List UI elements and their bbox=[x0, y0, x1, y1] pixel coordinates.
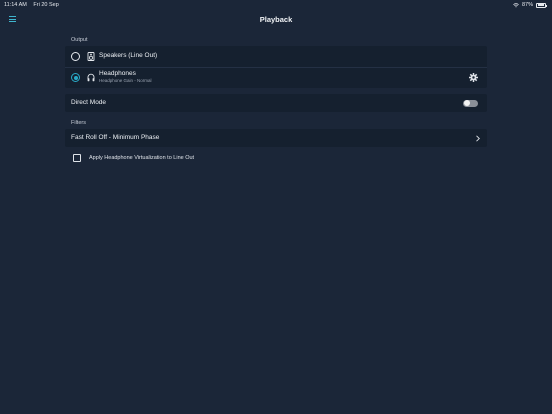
output-option-headphones[interactable]: Headphones Headphone Gain - Normal bbox=[65, 67, 487, 88]
status-bar: 11:14 AM Fri 20 Sep 87% bbox=[0, 0, 552, 10]
toggle-knob bbox=[463, 100, 470, 106]
output-card: Speakers (Line Out) Headphones Headphone… bbox=[65, 46, 487, 88]
status-date: Fri 20 Sep bbox=[33, 2, 59, 8]
headphones-radio[interactable] bbox=[71, 73, 80, 82]
status-left: 11:14 AM Fri 20 Sep bbox=[4, 2, 64, 8]
status-time: 11:14 AM bbox=[4, 2, 27, 8]
speaker-icon bbox=[87, 52, 95, 61]
direct-mode-card: Direct Mode bbox=[65, 94, 487, 112]
speakers-label: Speakers (Line Out) bbox=[99, 52, 158, 59]
gear-icon[interactable] bbox=[469, 73, 478, 82]
page-title: Playback bbox=[259, 14, 293, 24]
battery-icon bbox=[536, 2, 547, 8]
headphones-icon bbox=[87, 73, 95, 82]
filters-section-label: Filters bbox=[71, 120, 86, 126]
wifi-icon bbox=[513, 2, 519, 7]
speakers-radio[interactable] bbox=[71, 52, 80, 61]
filter-card[interactable]: Fast Roll Off - Minimum Phase bbox=[65, 129, 487, 147]
hamburger-menu-icon[interactable] bbox=[9, 14, 18, 24]
headphones-sublabel: Headphone Gain - Normal bbox=[99, 78, 152, 83]
filter-row[interactable]: Fast Roll Off - Minimum Phase bbox=[65, 129, 487, 147]
chevron-right-icon bbox=[476, 134, 480, 142]
direct-mode-toggle[interactable] bbox=[463, 99, 478, 107]
battery-fill bbox=[537, 4, 544, 6]
headphones-label: Headphones bbox=[99, 70, 136, 77]
direct-mode-row: Direct Mode bbox=[65, 94, 487, 112]
nav-bar: Playback bbox=[0, 10, 552, 28]
battery-percent: 87% bbox=[521, 2, 533, 8]
output-option-speakers[interactable]: Speakers (Line Out) bbox=[65, 46, 487, 66]
status-right: 87% bbox=[513, 2, 547, 8]
output-section-label: Output bbox=[71, 37, 88, 43]
virtualization-label: Apply Headphone Virtualization to Line O… bbox=[89, 155, 195, 161]
virtualization-checkbox[interactable] bbox=[73, 154, 81, 162]
filter-value: Fast Roll Off - Minimum Phase bbox=[71, 134, 160, 141]
direct-mode-label: Direct Mode bbox=[71, 99, 107, 106]
